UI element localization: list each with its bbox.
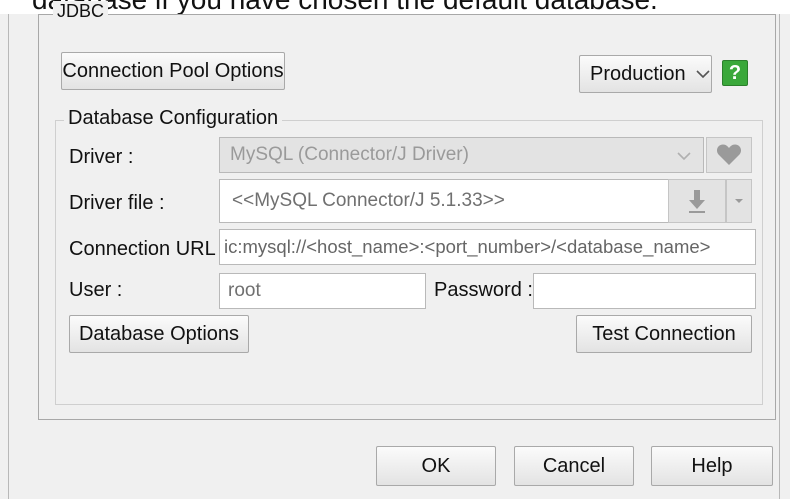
driver-select[interactable]: MySQL (Connector/J Driver) — [219, 137, 704, 173]
favorite-driver-button[interactable] — [706, 137, 752, 173]
driver-label: Driver : — [69, 146, 134, 168]
user-label: User : — [69, 279, 123, 301]
connection-url-label: Connection URL : — [69, 238, 227, 260]
user-field[interactable]: root — [219, 273, 426, 309]
connection-url-value: ic:mysql://<host_name>:<port_number>/<da… — [224, 236, 711, 257]
heart-icon — [716, 144, 742, 165]
database-configuration-group: Database Configuration Driver : MySQL (C… — [55, 107, 763, 405]
caret-down-icon — [735, 199, 743, 203]
driver-file-value: <<MySQL Connector/J 5.1.33>> — [232, 190, 505, 211]
database-options-button[interactable]: Database Options — [69, 315, 249, 353]
profile-dropdown[interactable]: Production — [579, 55, 712, 93]
database-configuration-title: Database Configuration — [64, 107, 283, 130]
cancel-button[interactable]: Cancel — [514, 446, 634, 486]
download-driver-button[interactable] — [668, 179, 726, 223]
download-options-dropdown[interactable] — [726, 179, 752, 223]
help-icon[interactable]: ? — [722, 60, 748, 86]
driver-select-value: MySQL (Connector/J Driver) — [230, 144, 469, 165]
jdbc-title: JDBC — [53, 1, 109, 22]
chevron-down-icon — [677, 152, 691, 161]
profile-dropdown-value: Production — [590, 62, 686, 85]
driver-file-label: Driver file : — [69, 192, 165, 214]
user-value: root — [228, 280, 261, 301]
test-connection-button[interactable]: Test Connection — [576, 315, 752, 353]
jdbc-panel: JDBC Connection Pool Options Production … — [38, 1, 776, 420]
chevron-down-icon — [696, 70, 710, 79]
ok-button[interactable]: OK — [376, 446, 496, 486]
help-button[interactable]: Help — [651, 446, 773, 486]
password-label: Password : — [434, 279, 533, 301]
driver-file-field[interactable]: <<MySQL Connector/J 5.1.33>> — [219, 179, 669, 223]
connection-url-field[interactable]: ic:mysql://<host_name>:<port_number>/<da… — [219, 229, 756, 265]
dialog: JDBC Connection Pool Options Production … — [0, 1, 790, 499]
connection-pool-options-button[interactable]: Connection Pool Options — [61, 52, 285, 90]
download-arrow-icon — [689, 190, 705, 213]
password-field[interactable] — [533, 273, 756, 309]
